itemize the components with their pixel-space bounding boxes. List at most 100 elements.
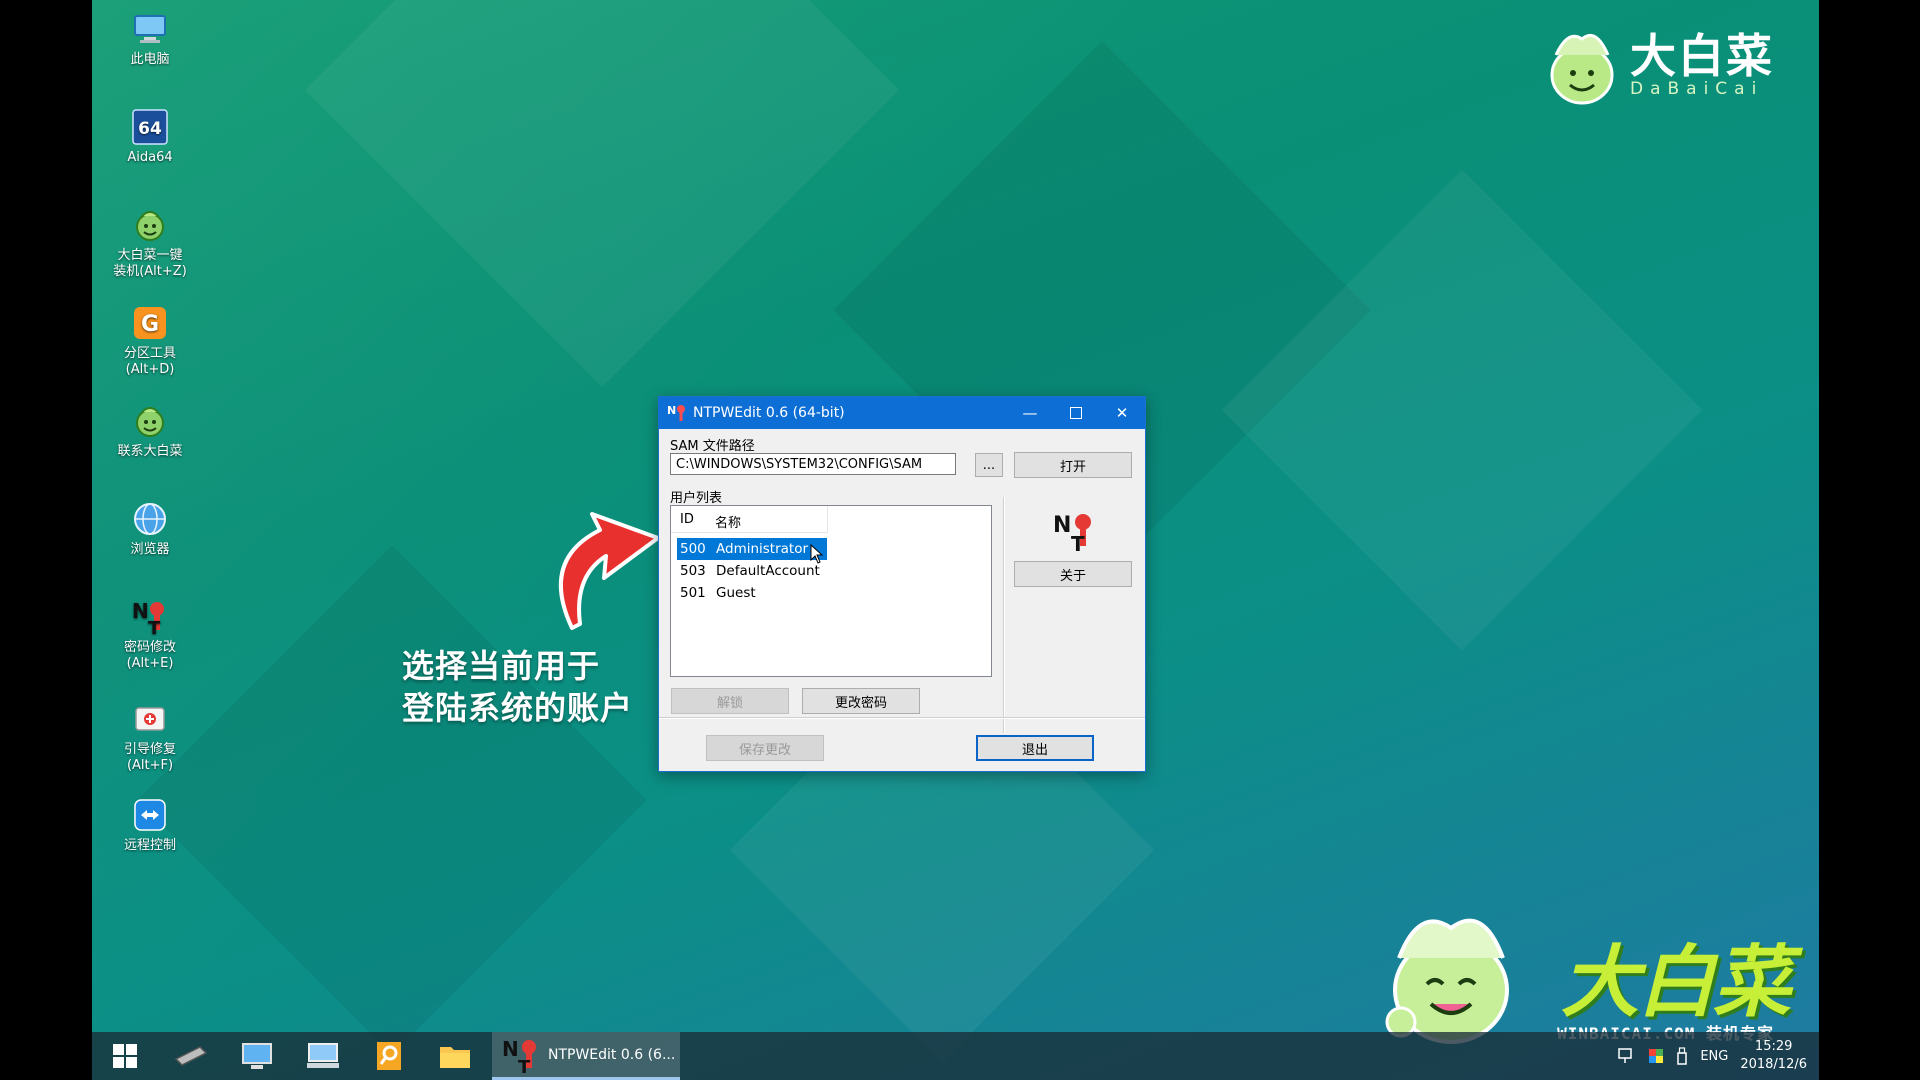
column-header-id[interactable]: ID: [680, 512, 694, 527]
taskbar-app-label: NTPWEdit 0.6 (6...: [548, 1046, 676, 1063]
open-button[interactable]: 打开: [1014, 452, 1132, 478]
usb-device-icon[interactable]: [1676, 1047, 1688, 1065]
desktop-icon-label: 此电脑: [130, 52, 170, 67]
desktop-icon-this-pc[interactable]: 此电脑: [100, 10, 200, 68]
partition-tool-icon: G: [131, 304, 169, 342]
password-change-icon: NT: [131, 598, 169, 636]
desktop-icon-label: 密码修改 (Alt+E): [123, 640, 176, 671]
ntpwedit-logo-icon: N T: [1053, 513, 1091, 552]
sam-path-input[interactable]: [670, 453, 956, 475]
column-header-name[interactable]: 名称: [715, 512, 741, 531]
desktop: 此电脑 64 Aida64 大白菜一键 装机(Alt+Z) G 分区工具 (Al…: [92, 0, 1819, 1080]
svg-text:T: T: [1071, 532, 1085, 552]
svg-text:64: 64: [138, 119, 162, 139]
minimize-icon: —: [1022, 404, 1038, 422]
tutorial-annotation: 选择当前用于 登陆系统的账户: [402, 645, 633, 729]
desktop-icon-boot-repair[interactable]: 引导修复 (Alt+F): [100, 700, 200, 774]
user-name: Administrator: [716, 541, 809, 557]
desktop-icon-label: 浏览器: [130, 542, 170, 557]
desktop-icon-label: 引导修复 (Alt+F): [123, 742, 176, 773]
red-arrow-icon: [558, 512, 660, 630]
user-row-administrator[interactable]: 500 Administrator: [677, 538, 827, 560]
svg-text:T: T: [148, 618, 161, 636]
remote-desktop-icon: [242, 1043, 272, 1069]
save-changes-button[interactable]: 保存更改: [706, 735, 824, 761]
drive-icon: [174, 1046, 208, 1066]
user-list-label: 用户列表: [670, 491, 723, 506]
user-row-defaultaccount[interactable]: 503 DefaultAccount: [677, 560, 827, 582]
dabaicai-mascot-icon: [1550, 34, 1614, 105]
sam-path-label: SAM 文件路径: [670, 439, 755, 454]
window-titlebar[interactable]: N NTPWEdit 0.6 (64-bit) — ✕: [659, 397, 1145, 429]
clock-time: 15:29: [1754, 1039, 1793, 1054]
dabaicai-install-icon: [131, 206, 169, 244]
network-status-icon[interactable]: [1618, 1048, 1636, 1064]
exit-button[interactable]: 退出: [976, 735, 1094, 761]
computer-icon: [131, 10, 169, 48]
maximize-button[interactable]: [1053, 397, 1099, 429]
svg-text:T: T: [518, 1057, 531, 1074]
taskbar-file-explorer[interactable]: [422, 1032, 488, 1080]
color-app-icon[interactable]: [1648, 1048, 1664, 1064]
taskbar-ntpwedit[interactable]: N T NTPWEdit 0.6 (6...: [492, 1032, 680, 1080]
desktop-icon-dabaicai-contact[interactable]: 联系大白菜: [100, 402, 200, 460]
desktop-icon-label: 大白菜一键 装机(Alt+Z): [113, 248, 187, 279]
svg-text:N: N: [1053, 513, 1071, 538]
system-tray: ENG 15:29 2018/12/6: [1618, 1032, 1807, 1080]
about-button[interactable]: 关于: [1014, 561, 1132, 587]
language-indicator[interactable]: ENG: [1700, 1049, 1728, 1064]
annotation-line-2: 登陆系统的账户: [402, 689, 634, 727]
user-list[interactable]: ID 名称 500 Administrator 503 DefaultAccou…: [670, 505, 992, 677]
window-title: NTPWEdit 0.6 (64-bit): [693, 405, 845, 421]
vertical-divider: [1003, 497, 1005, 733]
desktop-icon-dabaicai-install[interactable]: 大白菜一键 装机(Alt+Z): [100, 206, 200, 280]
dabaicai-contact-icon: [131, 402, 169, 440]
remote-control-icon: [131, 796, 169, 834]
change-password-button[interactable]: 更改密码: [802, 688, 920, 714]
user-id: 501: [680, 585, 706, 601]
minimize-button[interactable]: —: [1007, 397, 1053, 429]
user-id: 500: [680, 541, 706, 557]
desktop-icon-remote-control[interactable]: 远程控制: [100, 796, 200, 854]
clock[interactable]: 15:29 2018/12/6: [1740, 1038, 1807, 1074]
svg-text:G: G: [141, 312, 159, 337]
unlock-button[interactable]: 解锁: [671, 688, 789, 714]
start-button[interactable]: [92, 1032, 158, 1080]
desktop-icon-label: 分区工具 (Alt+D): [123, 346, 176, 377]
user-name: DefaultAccount: [716, 563, 820, 579]
brand-name-en: DaBaiCai: [1630, 79, 1764, 99]
desktop-icon-browser[interactable]: 浏览器: [100, 500, 200, 558]
ntpwedit-window: N NTPWEdit 0.6 (64-bit) — ✕ SAM 文件路径 ...…: [658, 396, 1146, 772]
ntpwedit-taskbar-icon: N T: [502, 1037, 536, 1074]
brand-name-cn: 大白菜: [1630, 29, 1774, 83]
user-name: Guest: [716, 585, 756, 601]
desktop-icon-partition-tool[interactable]: G 分区工具 (Alt+D): [100, 304, 200, 378]
taskbar: N T NTPWEdit 0.6 (6... ENG 15:29 2018/12…: [92, 1032, 1819, 1080]
dabaicai-mascot-icon: [1385, 918, 1509, 1044]
maximize-icon: [1070, 407, 1082, 419]
taskbar-network[interactable]: [290, 1032, 356, 1080]
taskbar-remote-desktop[interactable]: [224, 1032, 290, 1080]
taskbar-drive[interactable]: [158, 1032, 224, 1080]
search-tool-icon: [377, 1042, 401, 1070]
ntpwedit-app-icon: N: [667, 404, 685, 421]
desktop-icon-password-change[interactable]: NT 密码修改 (Alt+E): [100, 598, 200, 672]
file-explorer-icon: [440, 1047, 470, 1068]
brand-name-cn-large: 大白菜: [1560, 938, 1791, 1028]
taskbar-search-tool[interactable]: [356, 1032, 422, 1080]
user-list-header: ID 名称: [671, 506, 828, 533]
close-icon: ✕: [1115, 404, 1129, 422]
browse-button[interactable]: ...: [975, 453, 1003, 477]
mouse-cursor-icon: [810, 544, 824, 564]
desktop-icon-label: 联系大白菜: [117, 444, 183, 459]
dabaicai-logo-top: 大白菜 DaBaiCai: [1542, 25, 1774, 107]
wallpaper-facet: [305, 0, 899, 387]
desktop-icon-aida64[interactable]: 64 Aida64: [100, 108, 200, 166]
svg-text:N: N: [502, 1037, 519, 1061]
browser-icon: [131, 500, 169, 538]
clock-date: 2018/12/6: [1740, 1057, 1807, 1072]
close-button[interactable]: ✕: [1099, 397, 1145, 429]
network-icon: [307, 1043, 339, 1068]
user-row-guest[interactable]: 501 Guest: [677, 582, 827, 604]
start-icon: [113, 1044, 137, 1068]
